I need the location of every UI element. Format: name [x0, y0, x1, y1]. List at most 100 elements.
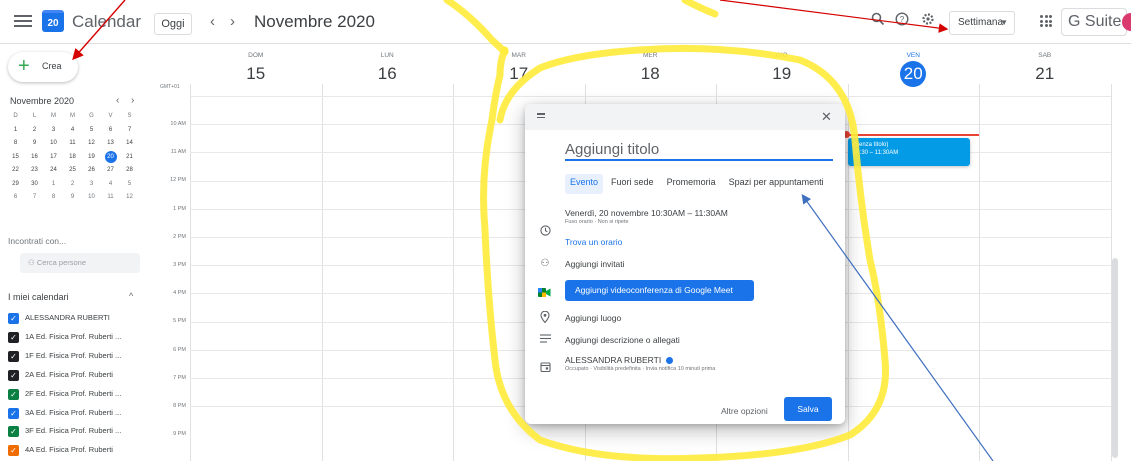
add-description[interactable]: Aggiungi descrizione o allegati — [565, 335, 680, 345]
create-button[interactable]: + Crea — [8, 52, 78, 82]
chevron-left-icon[interactable]: ‹ — [210, 13, 215, 30]
mini-day[interactable]: 8 — [6, 137, 25, 151]
mini-day[interactable]: 10 — [44, 137, 63, 151]
mini-day[interactable]: 23 — [25, 164, 44, 178]
calendar-list-item[interactable]: ✓ ALESSANDRA RUBERTI — [8, 312, 150, 326]
view-selector[interactable]: Settimana ▼ — [949, 11, 1015, 35]
mini-day[interactable]: 6 — [101, 124, 120, 138]
chevron-right-icon[interactable]: › — [131, 95, 134, 106]
mini-day[interactable]: 2 — [63, 178, 82, 192]
day-column-header[interactable]: DOM 15 — [190, 52, 322, 87]
mini-day[interactable]: 9 — [63, 191, 82, 205]
timezone-repeat-info[interactable]: Fuso orario · Non si ripete — [565, 219, 629, 225]
more-options-button[interactable]: Altre opzioni — [721, 406, 768, 416]
add-guests[interactable]: Aggiungi invitati — [565, 259, 625, 269]
mini-day[interactable]: 11 — [63, 137, 82, 151]
apps-grid-icon[interactable] — [1040, 15, 1052, 27]
calendar-owner[interactable]: ALESSANDRA RUBERTI — [565, 355, 674, 365]
event-block[interactable]: (Senza titolo) 10:30 – 11:30AM — [848, 138, 970, 166]
find-time-link[interactable]: Trova un orario — [565, 237, 622, 247]
calendar-list-item[interactable]: ✓ 1A Ed. Fisica Prof. Ruberti ... — [8, 331, 150, 345]
checkbox-icon[interactable]: ✓ — [8, 331, 19, 343]
mini-day[interactable]: 17 — [44, 151, 63, 165]
mini-day[interactable]: 29 — [6, 178, 25, 192]
today-button[interactable]: Oggi — [154, 13, 192, 35]
day-column-header[interactable]: SAB 21 — [979, 52, 1111, 87]
event-title-input[interactable] — [565, 139, 833, 161]
checkbox-icon[interactable]: ✓ — [8, 350, 19, 362]
mini-day[interactable]: 3 — [82, 178, 101, 192]
mini-day[interactable]: 5 — [82, 124, 101, 138]
mini-day[interactable]: 27 — [101, 164, 120, 178]
checkbox-icon[interactable]: ✓ — [8, 407, 19, 419]
mini-day[interactable]: 7 — [25, 191, 44, 205]
event-type-tab[interactable]: Evento — [565, 174, 604, 194]
add-location[interactable]: Aggiungi luogo — [565, 313, 621, 323]
calendar-list-item[interactable]: ✓ 2F Ed. Fisica Prof. Ruberti ... — [8, 388, 150, 402]
event-type-tab[interactable]: Spazi per appuntamenti — [724, 174, 829, 194]
mini-day[interactable]: 15 — [6, 151, 25, 165]
mini-day[interactable]: 3 — [44, 124, 63, 138]
calendar-list-item[interactable]: ✓ 3A Ed. Fisica Prof. Ruberti ... — [8, 407, 150, 421]
event-type-tab[interactable]: Promemoria — [662, 174, 721, 194]
add-meet-button[interactable]: Aggiungi videoconferenza di Google Meet — [565, 280, 754, 301]
mini-day[interactable]: 9 — [25, 137, 44, 151]
mini-day[interactable]: 5 — [120, 178, 139, 192]
mini-day[interactable]: 26 — [82, 164, 101, 178]
people-search-input[interactable]: ⚇ Cerca persone — [20, 253, 140, 273]
mini-day[interactable]: 1 — [6, 124, 25, 138]
mini-day[interactable]: 19 — [82, 151, 101, 165]
mini-day[interactable]: 21 — [120, 151, 139, 165]
day-column-header[interactable]: MAR 17 — [453, 52, 585, 87]
save-button[interactable]: Salva — [784, 397, 832, 421]
mini-day[interactable]: 2 — [25, 124, 44, 138]
checkbox-icon[interactable]: ✓ — [8, 313, 19, 324]
day-column-header[interactable]: GIO 19 — [716, 52, 848, 87]
mini-day[interactable]: 30 — [25, 178, 44, 192]
mini-day[interactable]: 11 — [101, 191, 120, 205]
mini-day[interactable]: 8 — [44, 191, 63, 205]
checkbox-icon[interactable]: ✓ — [8, 369, 19, 381]
mini-day[interactable]: 14 — [120, 137, 139, 151]
mini-day[interactable]: 24 — [44, 164, 63, 178]
calendar-list-item[interactable]: ✓ 3F Ed. Fisica Prof. Ruberti ... — [8, 425, 150, 439]
mini-day[interactable]: 18 — [63, 151, 82, 165]
search-icon[interactable] — [869, 12, 887, 30]
calendar-list-item[interactable]: ✓ 4A Ed. Fisica Prof. Ruberti — [8, 444, 150, 458]
mini-day[interactable]: 6 — [6, 191, 25, 205]
mini-day[interactable]: 4 — [101, 178, 120, 192]
calendar-list-item[interactable]: ✓ 2A Ed. Fisica Prof. Ruberti — [8, 369, 150, 383]
day-date[interactable]: 18 — [637, 61, 663, 87]
checkbox-icon[interactable]: ✓ — [8, 426, 19, 438]
mini-day[interactable]: 4 — [63, 124, 82, 138]
chevron-up-icon[interactable]: ^ — [129, 291, 133, 301]
chevron-right-icon[interactable]: › — [230, 13, 235, 30]
event-datetime[interactable]: Venerdì, 20 novembre 10:30AM – 11:30AM — [565, 208, 728, 218]
mini-day[interactable]: 12 — [82, 137, 101, 151]
mini-day[interactable]: 12 — [120, 191, 139, 205]
help-icon[interactable]: ? — [893, 12, 911, 30]
scrollbar[interactable] — [1112, 258, 1118, 458]
day-date[interactable]: 19 — [769, 61, 795, 87]
day-date[interactable]: 17 — [506, 61, 532, 87]
calendar-list-item[interactable]: ✓ 1F Ed. Fisica Prof. Ruberti ... — [8, 350, 150, 364]
gear-icon[interactable] — [919, 12, 937, 30]
mini-day[interactable]: 1 — [44, 178, 63, 192]
day-column-header[interactable]: VEN 20 — [848, 52, 980, 87]
dialog-drag-bar[interactable]: ✕ — [525, 104, 845, 130]
day-date[interactable]: 21 — [1032, 61, 1058, 87]
checkbox-icon[interactable]: ✓ — [8, 445, 19, 457]
mini-day[interactable]: 25 — [63, 164, 82, 178]
day-column-header[interactable]: LUN 16 — [322, 52, 454, 87]
mini-day[interactable]: 10 — [82, 191, 101, 205]
mini-day[interactable]: 13 — [101, 137, 120, 151]
chevron-left-icon[interactable]: ‹ — [116, 95, 119, 106]
day-date[interactable]: 20 — [900, 61, 927, 87]
day-date[interactable]: 16 — [374, 61, 400, 87]
mini-day[interactable]: 20 — [101, 150, 120, 165]
owner-settings-info[interactable]: Occupato · Visibilità predefinita · Invi… — [565, 366, 715, 372]
day-date[interactable]: 15 — [243, 61, 269, 87]
main-menu-icon[interactable] — [14, 12, 32, 30]
checkbox-icon[interactable]: ✓ — [8, 388, 19, 400]
mini-day[interactable]: 7 — [120, 124, 139, 138]
